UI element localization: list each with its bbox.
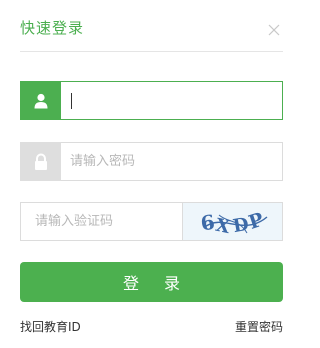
password-field[interactable] [20, 142, 283, 181]
captcha-input[interactable] [35, 203, 175, 240]
login-button[interactable]: 登 录 [20, 262, 283, 302]
header-divider [20, 51, 283, 52]
captcha-field[interactable] [20, 202, 182, 241]
user-icon [20, 81, 61, 120]
page: 快速登录 请输入验证码 6 X D P 登 录 找回教育ID 重置密码 [0, 0, 301, 348]
captcha-image[interactable]: 6 X D P [182, 202, 283, 241]
password-input[interactable] [70, 143, 270, 180]
reset-password-link[interactable]: 重置密码 [235, 318, 283, 335]
close-icon[interactable] [266, 22, 282, 38]
lock-icon [20, 142, 61, 181]
username-field[interactable] [20, 81, 283, 120]
login-dialog: 快速登录 请输入验证码 6 X D P 登 录 找回教育ID 重置密码 [0, 0, 301, 348]
dialog-title: 快速登录 [20, 19, 85, 37]
svg-text:X: X [214, 215, 232, 238]
username-input[interactable] [70, 82, 270, 119]
recover-id-link[interactable]: 找回教育ID [20, 318, 81, 335]
